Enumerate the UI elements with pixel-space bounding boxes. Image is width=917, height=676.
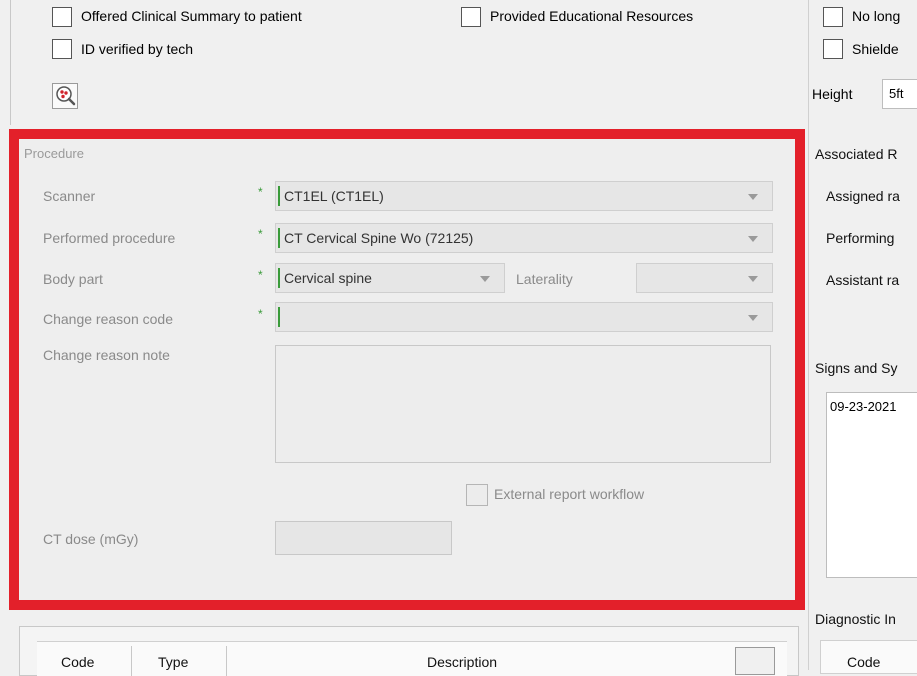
signs-list[interactable]: 09-23-2021 [826, 392, 917, 578]
column-description-header[interactable]: Description [427, 654, 497, 670]
id-verified-checkbox[interactable] [52, 39, 72, 59]
divider-line [808, 0, 809, 670]
diagnostic-table-header: Code [820, 640, 917, 674]
educational-resources-label: Provided Educational Resources [490, 8, 694, 24]
offered-summary-checkbox[interactable] [52, 7, 72, 27]
no-longer-label: No long [852, 8, 901, 24]
assistant-label: Assistant ra [826, 272, 900, 288]
diagnostic-section-title: Diagnostic In [815, 611, 896, 627]
magnifier-icon [56, 86, 76, 106]
performing-label: Performing [826, 230, 895, 246]
offered-summary-label: Offered Clinical Summary to patient [81, 8, 302, 24]
height-label: Height [812, 86, 853, 102]
bottom-table-action-button[interactable] [735, 647, 775, 675]
highlight-box [9, 129, 805, 610]
educational-resources-checkbox[interactable] [461, 7, 481, 27]
column-type-header[interactable]: Type [158, 654, 188, 670]
shielded-checkbox[interactable] [823, 39, 843, 59]
signs-section-title: Signs and Sy [815, 360, 898, 376]
column-code-header[interactable]: Code [61, 654, 94, 670]
associated-section-title: Associated R [815, 146, 898, 162]
id-verified-label: ID verified by tech [81, 41, 194, 57]
bottom-table-header: Code Type Description [37, 641, 787, 676]
height-input[interactable]: 5ft [882, 79, 917, 109]
signs-date: 09-23-2021 [830, 399, 897, 414]
search-details-button[interactable] [52, 83, 78, 109]
height-value: 5ft [889, 86, 904, 101]
left-frame-line [10, 0, 11, 125]
assigned-label: Assigned ra [826, 188, 900, 204]
shielded-label: Shielde [852, 41, 899, 57]
no-longer-checkbox[interactable] [823, 7, 843, 27]
diagnostic-code-header[interactable]: Code [847, 654, 880, 670]
